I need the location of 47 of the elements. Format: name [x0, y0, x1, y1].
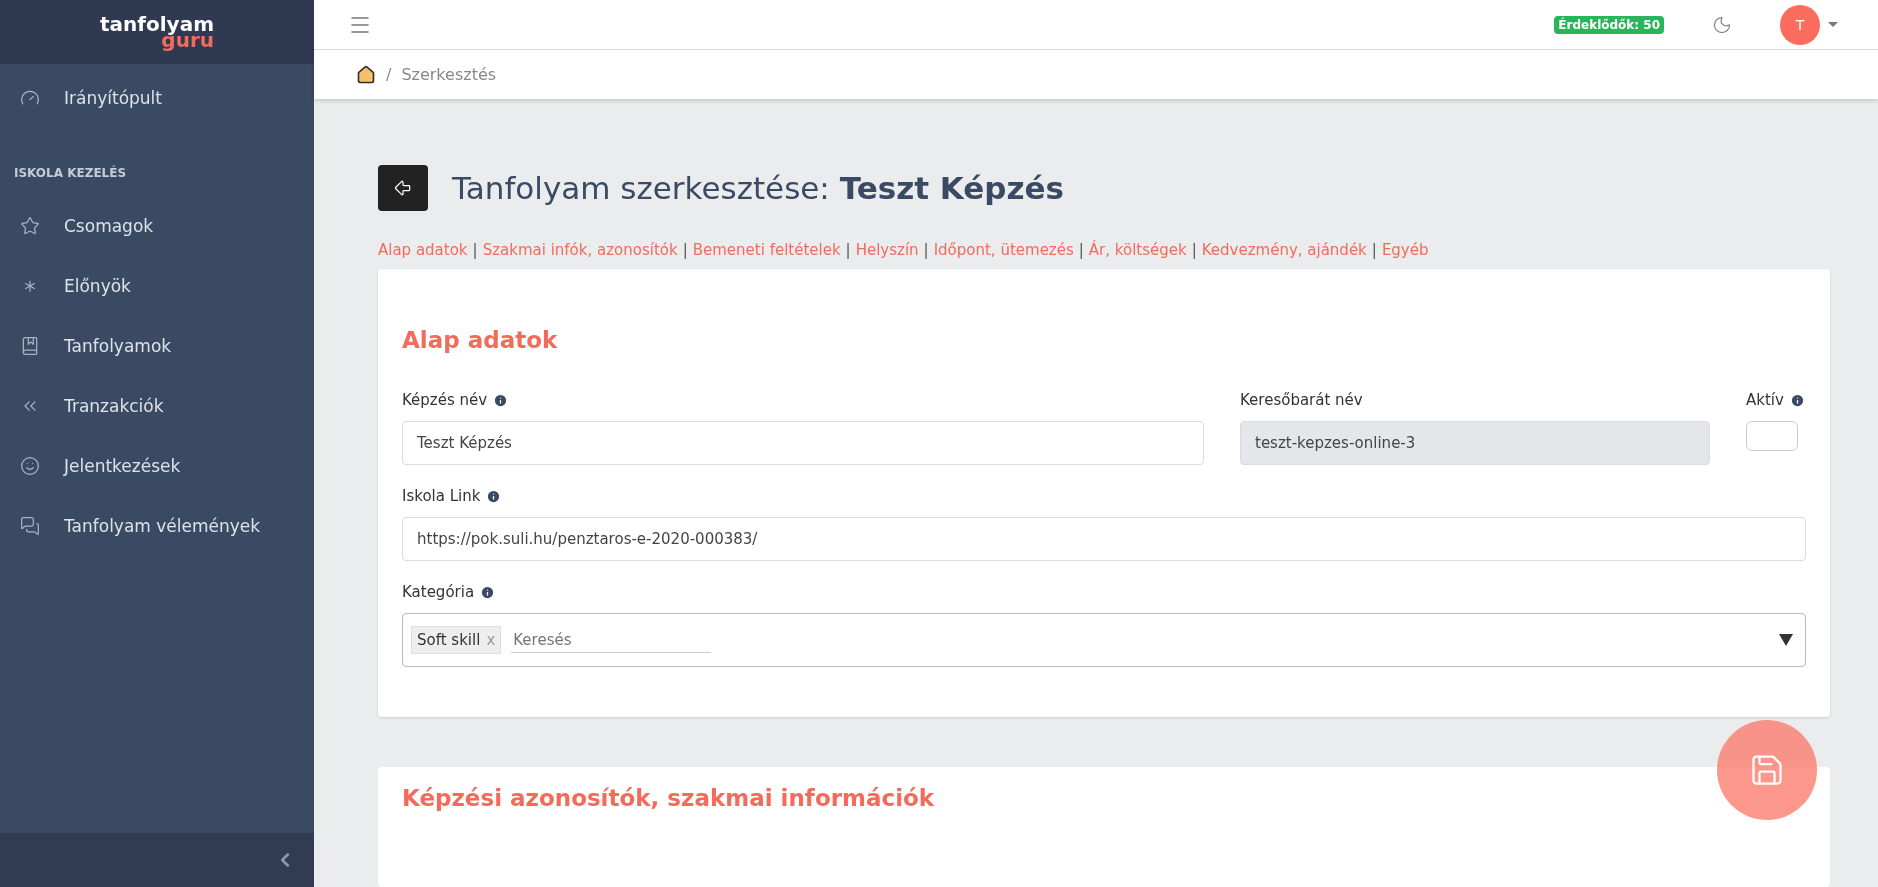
- link-separator: |: [1371, 241, 1377, 259]
- section-title: ISKOLA KEZELÉS: [13, 164, 128, 182]
- info-icon: [486, 488, 502, 504]
- card-title: Képzési azonosítók, szakmai információk: [402, 785, 936, 811]
- field-label: Aktív: [1746, 391, 1784, 409]
- category-tag: Soft skill x: [411, 626, 502, 654]
- field-label: Képzés név: [402, 391, 488, 409]
- info-icon: [480, 584, 496, 600]
- link-separator: |: [472, 241, 478, 259]
- active-toggle[interactable]: [1746, 421, 1798, 451]
- field-label: Kategória: [402, 583, 475, 601]
- link-separator: |: [923, 241, 929, 259]
- page-title: Tanfolyam szerkesztése: Teszt Képzés: [452, 170, 1065, 206]
- book-icon: [20, 336, 40, 356]
- chat-bubbles-icon: [20, 516, 40, 536]
- sidebar-item[interactable]: Tranzakciók: [0, 376, 314, 436]
- link-input[interactable]: https://pok.suli.hu/penztaros-e-2020-000383/: [402, 517, 1806, 561]
- logo: tanfolyam guru: [100, 14, 214, 50]
- link-separator: |: [1078, 241, 1084, 259]
- sidebar-item[interactable]: Előnyök: [0, 256, 314, 316]
- sidebar-item[interactable]: Tanfolyamok: [0, 316, 314, 376]
- star-icon: [20, 216, 40, 236]
- info-icon: [493, 392, 509, 408]
- card-title: Alap adatok: [402, 327, 559, 353]
- breadcrumb-separator: /: [386, 65, 392, 85]
- moon-icon[interactable]: [1712, 14, 1732, 35]
- field-label: Iskola Link: [402, 487, 481, 505]
- info-icon: [1789, 392, 1805, 408]
- category-select[interactable]: Soft skill x Keresés: [402, 613, 1806, 667]
- smile-icon: [20, 456, 40, 476]
- slug-input[interactable]: teszt-kepzes-online-3: [1240, 421, 1710, 465]
- sidebar-item[interactable]: Irányítópult: [0, 68, 314, 128]
- sidebar-item[interactable]: Tanfolyam vélemények: [0, 496, 314, 556]
- sidebar-item[interactable]: Jelentkezések: [0, 436, 314, 496]
- name-input[interactable]: Teszt Képzés: [402, 421, 1204, 465]
- caret-icon[interactable]: [1828, 22, 1838, 28]
- home-icon[interactable]: [356, 64, 376, 85]
- link-separator: |: [845, 241, 851, 259]
- leads-badge: Érdeklődők: 50: [1554, 15, 1664, 34]
- link-separator: |: [1191, 241, 1197, 259]
- sidebar-item[interactable]: Csomagok: [0, 196, 314, 256]
- back-button[interactable]: [378, 165, 428, 211]
- breadcrumb-current: Szerkesztés: [401, 65, 497, 85]
- field-label: Keresőbarát név: [1240, 391, 1363, 409]
- link-separator: |: [682, 241, 688, 259]
- left-arrow-icon: [393, 178, 413, 198]
- dropdown-caret-icon[interactable]: [1779, 634, 1793, 646]
